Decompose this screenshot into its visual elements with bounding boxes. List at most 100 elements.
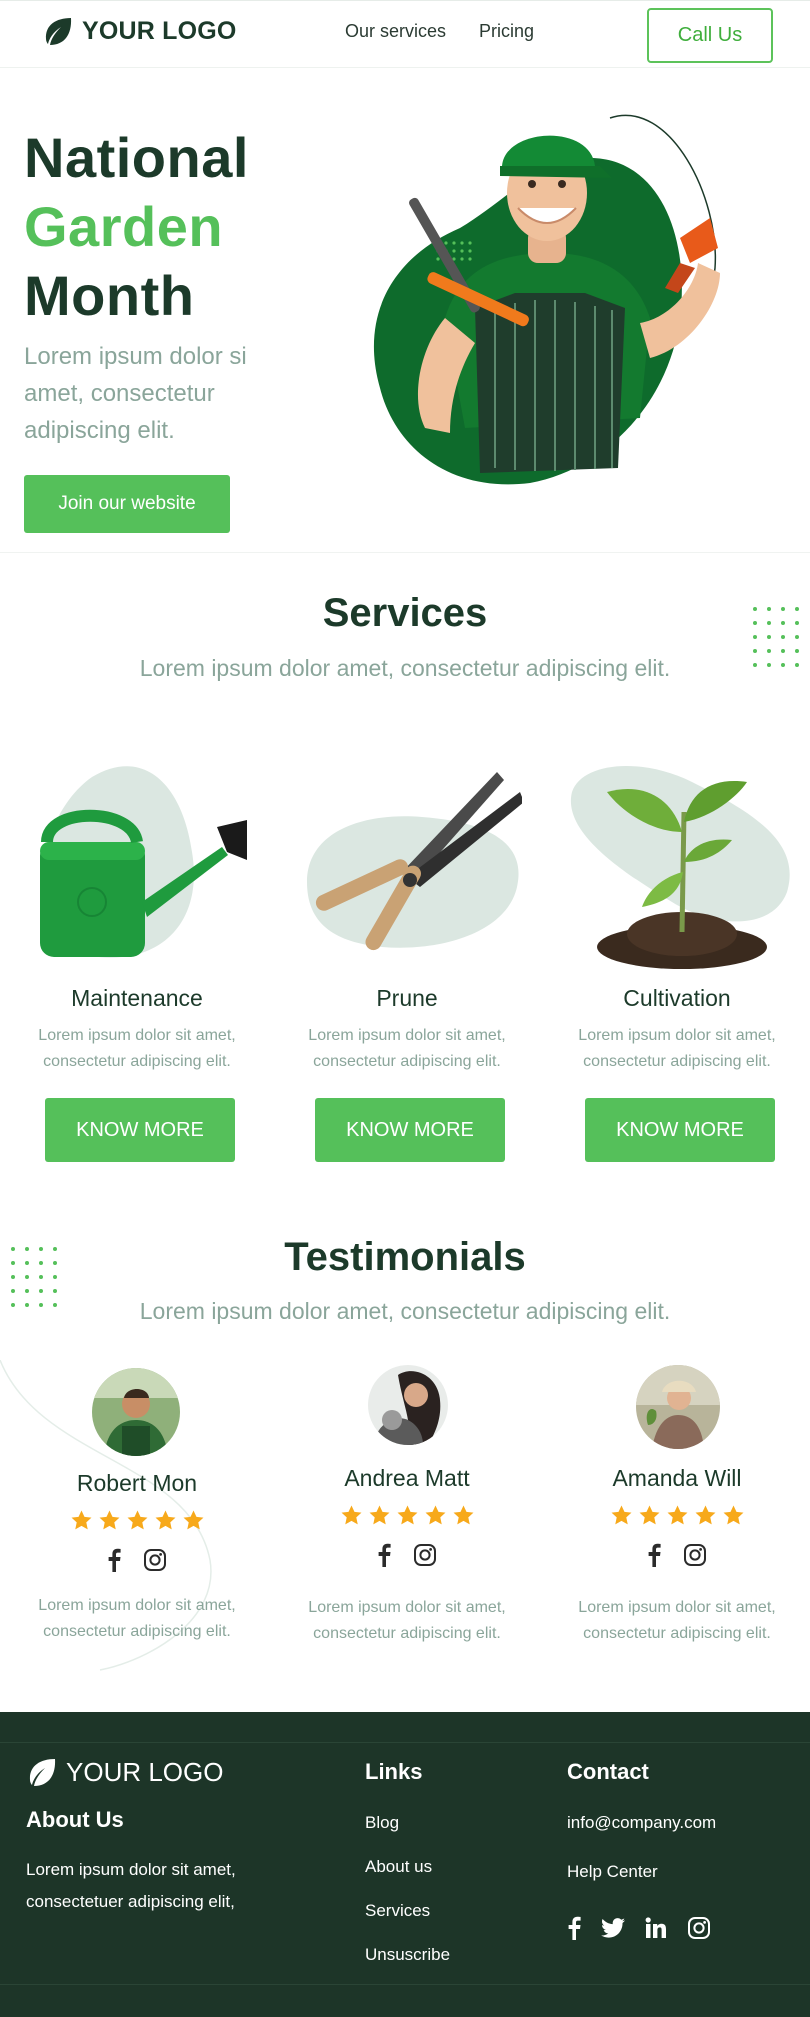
facebook-icon[interactable] bbox=[377, 1543, 391, 1567]
know-more-button[interactable]: KNOW MORE bbox=[45, 1098, 235, 1162]
service-description: Lorem ipsum dolor sit amet, consectetur … bbox=[578, 1027, 776, 1070]
service-name: Maintenance bbox=[71, 985, 203, 1011]
testimonial-name: Amanda Will bbox=[612, 1465, 742, 1491]
footer-link-about[interactable]: About us bbox=[365, 1857, 432, 1877]
social-links bbox=[2, 1548, 272, 1572]
star-icon bbox=[155, 1510, 175, 1530]
star-icon bbox=[695, 1505, 715, 1525]
person-photo-icon bbox=[92, 1368, 180, 1456]
hero-title-line3: Month bbox=[24, 264, 195, 327]
linkedin-icon[interactable] bbox=[645, 1917, 667, 1939]
leaf-logo-icon bbox=[45, 18, 72, 45]
testimonials-header: Testimonials Lorem ipsum dolor amet, con… bbox=[0, 1190, 810, 1340]
testimonials-grid: Robert Mon Lorem ipsum dolor sit amet, c… bbox=[0, 1360, 810, 1671]
service-card-prune: Prune Lorem ipsum dolor sit amet, consec… bbox=[272, 740, 542, 1180]
footer-divider bbox=[0, 1984, 810, 1985]
rating-stars bbox=[542, 1504, 810, 1527]
testimonial-name: Robert Mon bbox=[76, 1470, 198, 1496]
decorative-dots bbox=[753, 607, 799, 667]
help-center-link[interactable]: Help Center bbox=[567, 1862, 658, 1882]
logo[interactable]: YOUR LOGO bbox=[42, 15, 237, 47]
star-icon bbox=[99, 1510, 119, 1530]
hero-title: National Garden Month bbox=[24, 123, 249, 330]
instagram-icon[interactable] bbox=[143, 1548, 167, 1572]
testimonials-title: Testimonials bbox=[284, 1235, 526, 1279]
services-grid: Maintenance Lorem ipsum dolor sit amet, … bbox=[0, 740, 810, 1180]
testimonial-card: Robert Mon Lorem ipsum dolor sit amet, c… bbox=[2, 1360, 272, 1670]
nav-pricing[interactable]: Pricing bbox=[479, 21, 534, 42]
star-icon bbox=[723, 1505, 743, 1525]
star-icon bbox=[369, 1505, 389, 1525]
shears-icon bbox=[307, 772, 522, 951]
footer-divider bbox=[0, 1742, 810, 1743]
person-photo-icon bbox=[368, 1365, 448, 1445]
facebook-icon[interactable] bbox=[107, 1548, 121, 1572]
seedling-icon bbox=[570, 765, 790, 969]
star-icon bbox=[183, 1510, 203, 1530]
instagram-icon[interactable] bbox=[683, 1543, 707, 1567]
avatar bbox=[92, 1368, 180, 1456]
rating-stars bbox=[272, 1504, 542, 1527]
star-icon bbox=[639, 1505, 659, 1525]
testimonial-card: Amanda Will Lorem ipsum dolor sit amet, … bbox=[542, 1360, 810, 1670]
star-icon bbox=[425, 1505, 445, 1525]
instagram-icon[interactable] bbox=[413, 1543, 437, 1567]
rating-stars bbox=[2, 1509, 272, 1532]
star-icon bbox=[453, 1505, 473, 1525]
site-header: YOUR LOGO Our services Pricing Call Us bbox=[0, 0, 810, 68]
hero-title-line2: Garden bbox=[24, 195, 224, 258]
star-icon bbox=[341, 1505, 361, 1525]
services-title: Services bbox=[322, 591, 488, 635]
facebook-icon[interactable] bbox=[647, 1543, 661, 1567]
service-description: Lorem ipsum dolor sit amet, consectetur … bbox=[38, 1027, 236, 1070]
footer-link-blog[interactable]: Blog bbox=[365, 1813, 399, 1833]
nav-our-services[interactable]: Our services bbox=[345, 21, 446, 42]
star-icon bbox=[71, 1510, 91, 1530]
star-icon bbox=[611, 1505, 631, 1525]
testimonial-name: Andrea Matt bbox=[344, 1465, 470, 1491]
avatar bbox=[368, 1365, 448, 1445]
join-website-button[interactable]: Join our website bbox=[24, 475, 230, 533]
service-description: Lorem ipsum dolor sit amet, consectetur … bbox=[308, 1027, 506, 1070]
facebook-icon[interactable] bbox=[567, 1916, 581, 1940]
footer-link-unsubscribe[interactable]: Unsuscribe bbox=[365, 1945, 450, 1965]
testimonial-card: Andrea Matt Lorem ipsum dolor sit amet, … bbox=[272, 1360, 542, 1670]
social-links bbox=[272, 1543, 542, 1567]
contact-heading: Contact bbox=[567, 1759, 649, 1784]
service-card-maintenance: Maintenance Lorem ipsum dolor sit amet, … bbox=[2, 740, 272, 1180]
decorative-dots bbox=[11, 1247, 57, 1307]
service-name: Prune bbox=[376, 985, 438, 1011]
gardener-illustration bbox=[373, 114, 720, 485]
footer-social-links bbox=[567, 1916, 711, 1940]
star-icon bbox=[397, 1505, 417, 1525]
star-icon bbox=[127, 1510, 147, 1530]
footer-logo[interactable]: YOUR LOGO bbox=[26, 1756, 223, 1788]
twitter-icon[interactable] bbox=[601, 1917, 625, 1939]
service-card-cultivation: Cultivation Lorem ipsum dolor sit amet, … bbox=[542, 740, 810, 1180]
instagram-icon[interactable] bbox=[687, 1916, 711, 1940]
hero-subtitle: Lorem ipsum dolor si amet, consectetur a… bbox=[24, 343, 247, 444]
star-icon bbox=[667, 1505, 687, 1525]
service-name: Cultivation bbox=[623, 985, 731, 1011]
contact-email[interactable]: info@company.com bbox=[567, 1813, 716, 1833]
testimonial-text: Lorem ipsum dolor sit amet, consectetur … bbox=[308, 1599, 506, 1642]
services-subtitle: Lorem ipsum dolor amet, consectetur adip… bbox=[139, 655, 671, 681]
watering-can-icon bbox=[40, 766, 247, 958]
know-more-button[interactable]: KNOW MORE bbox=[585, 1098, 775, 1162]
site-footer: YOUR LOGO About Us Lorem ipsum dolor sit… bbox=[0, 1712, 810, 2017]
hero-section: National Garden Month Lorem ipsum dolor … bbox=[0, 68, 810, 553]
footer-link-services[interactable]: Services bbox=[365, 1901, 430, 1921]
logo-text: YOUR LOGO bbox=[82, 16, 237, 45]
person-photo-icon bbox=[636, 1365, 720, 1449]
call-us-button[interactable]: Call Us bbox=[647, 8, 773, 63]
know-more-button[interactable]: KNOW MORE bbox=[315, 1098, 505, 1162]
testimonial-text: Lorem ipsum dolor sit amet, consectetur … bbox=[578, 1599, 776, 1642]
social-links bbox=[542, 1543, 810, 1567]
about-us-heading: About Us bbox=[26, 1807, 124, 1832]
footer-logo-text: YOUR LOGO bbox=[66, 1756, 224, 1787]
leaf-logo-icon bbox=[29, 1759, 56, 1786]
testimonials-subtitle: Lorem ipsum dolor amet, consectetur adip… bbox=[139, 1298, 671, 1324]
testimonial-text: Lorem ipsum dolor sit amet, consectetur … bbox=[38, 1597, 236, 1640]
services-header: Services Lorem ipsum dolor amet, consect… bbox=[0, 553, 810, 723]
hero-title-line1: National bbox=[24, 126, 249, 189]
